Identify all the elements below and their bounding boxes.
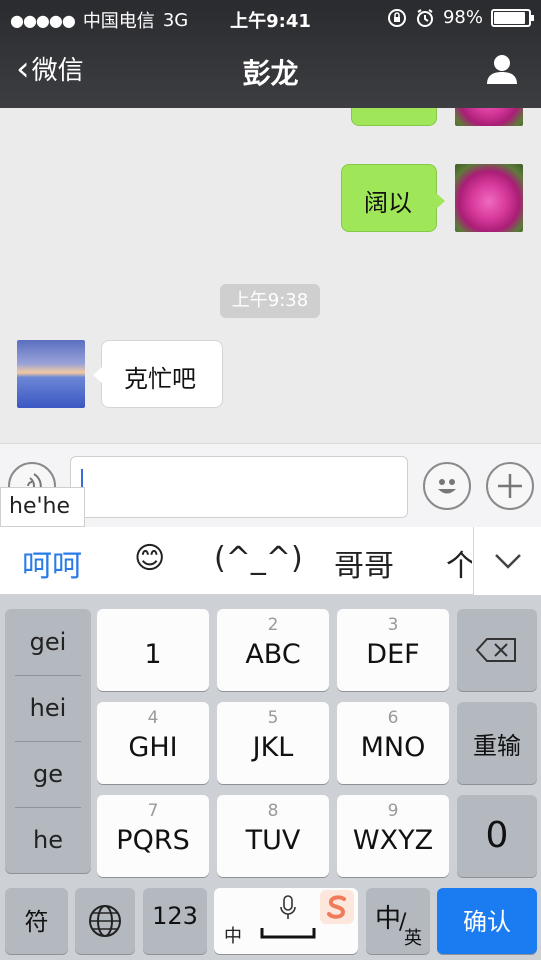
space-key[interactable]: 中: [214, 888, 358, 954]
chevron-down-icon: [495, 554, 521, 569]
key-8-tuv[interactable]: 8 TUV: [217, 795, 329, 877]
back-label: 微信: [31, 56, 84, 86]
pinyin-option-2[interactable]: ge: [5, 741, 91, 807]
key-label: PQRS: [116, 825, 190, 856]
expand-candidates-button[interactable]: [473, 527, 541, 595]
key-5-jkl[interactable]: 5 JKL: [217, 702, 329, 784]
key-sub-label: 2: [267, 615, 279, 635]
rotation-lock-icon: [387, 8, 406, 27]
pinyin-option-3[interactable]: he: [5, 807, 91, 873]
key-label: 123: [152, 902, 198, 930]
key-label: DEF: [366, 639, 420, 670]
candidate-3[interactable]: 哥哥: [334, 541, 394, 585]
candidate-2[interactable]: (^_^): [214, 541, 303, 576]
sent-message-text: 阔以: [364, 189, 412, 217]
globe-icon: [89, 905, 121, 937]
pinyin-option-0[interactable]: gei: [5, 609, 91, 675]
my-avatar[interactable]: [455, 164, 523, 232]
chevron-left-icon: ‹: [16, 48, 30, 89]
emoji-button[interactable]: [423, 462, 471, 510]
pinyin-options-column: gei hei ge he: [5, 609, 91, 873]
lang-sub-label: 英: [404, 928, 422, 949]
switch-keyboard-key[interactable]: [75, 888, 135, 954]
key-label: 1: [144, 639, 162, 670]
message-timestamp: 上午9:38: [220, 284, 320, 318]
sent-message-bubble[interactable]: 阔以: [341, 164, 445, 232]
sent-message-bubble-partial[interactable]: [351, 108, 437, 126]
candidate-bar: 呵呵 😊 (^_^) 哥哥 个: [0, 527, 541, 595]
status-bar: ●●●●● 中国电信 3G 上午9:41 98%: [0, 0, 541, 36]
pinyin-composition-preview: he'he: [0, 487, 85, 527]
alarm-icon: [416, 8, 433, 27]
key-sub-label: 8: [267, 801, 279, 821]
plus-icon: [498, 474, 522, 498]
key-9-wxyz[interactable]: 9 WXYZ: [337, 795, 449, 877]
microphone-icon: [280, 895, 296, 919]
key-sub-label: 6: [387, 708, 399, 728]
chat-area[interactable]: 阔以 上午9:38 克忙吧: [0, 108, 541, 443]
key-label: GHI: [128, 732, 178, 763]
confirm-label: 确认: [463, 908, 511, 936]
message-input[interactable]: [70, 456, 408, 518]
symbol-key[interactable]: 符: [5, 888, 68, 954]
contact-avatar[interactable]: [17, 340, 85, 408]
delete-key[interactable]: [457, 609, 537, 691]
key-1[interactable]: 1: [97, 609, 209, 691]
reenter-key[interactable]: 重输: [457, 702, 537, 784]
key-label: JKL: [252, 732, 294, 763]
smiley-icon: [438, 479, 456, 494]
more-options-button[interactable]: [486, 462, 534, 510]
key-label: ABC: [245, 639, 301, 670]
key-sub-label: 4: [147, 708, 159, 728]
key-2-abc[interactable]: 2 ABC: [217, 609, 329, 691]
key-6-mno[interactable]: 6 MNO: [337, 702, 449, 784]
space-key-label: 中: [224, 926, 242, 947]
received-message-text: 克忙吧: [124, 365, 196, 393]
key-sub-label: 7: [147, 801, 159, 821]
candidate-4[interactable]: 个: [446, 541, 472, 585]
key-label: TUV: [245, 825, 301, 856]
key-3-def[interactable]: 3 DEF: [337, 609, 449, 691]
status-right: 98%: [387, 7, 534, 28]
back-button[interactable]: ‹ 微信: [16, 50, 84, 87]
key-0[interactable]: 0: [457, 795, 537, 877]
confirm-button[interactable]: 确认: [437, 888, 537, 954]
key-sub-label: 3: [387, 615, 399, 635]
key-sub-label: 9: [387, 801, 399, 821]
backspace-icon: [475, 638, 516, 662]
key-7-pqrs[interactable]: 7 PQRS: [97, 795, 209, 877]
key-sub-label: 5: [267, 708, 279, 728]
chinese-english-toggle-key[interactable]: 中 / 英: [366, 888, 430, 954]
pinyin-option-1[interactable]: hei: [5, 675, 91, 741]
key-label: 重输: [473, 732, 521, 760]
my-avatar-partial[interactable]: [455, 108, 523, 126]
battery-percent: 98%: [442, 7, 483, 28]
space-bar-icon: [260, 928, 316, 939]
received-message-bubble[interactable]: 克忙吧: [93, 340, 223, 408]
candidate-1[interactable]: 😊: [134, 541, 165, 576]
key-label: WXYZ: [352, 825, 434, 856]
lang-main-label: 中: [375, 904, 402, 934]
key-label: 0: [485, 815, 509, 856]
key-4-ghi[interactable]: 4 GHI: [97, 702, 209, 784]
contact-info-icon[interactable]: [485, 52, 519, 86]
numbers-key[interactable]: 123: [143, 888, 207, 954]
top-bar: ●●●●● 中国电信 3G 上午9:41 98% ‹ 微信 彭龙: [0, 0, 541, 108]
sogou-logo-icon: [320, 890, 354, 924]
keyboard: gei hei ge he 1 2 ABC 3 DEF 4 GHI 5 JKL …: [0, 595, 541, 960]
key-label: 符: [24, 908, 49, 936]
candidate-0[interactable]: 呵呵: [22, 541, 82, 585]
key-label: MNO: [360, 732, 426, 763]
battery-icon: [491, 8, 534, 27]
